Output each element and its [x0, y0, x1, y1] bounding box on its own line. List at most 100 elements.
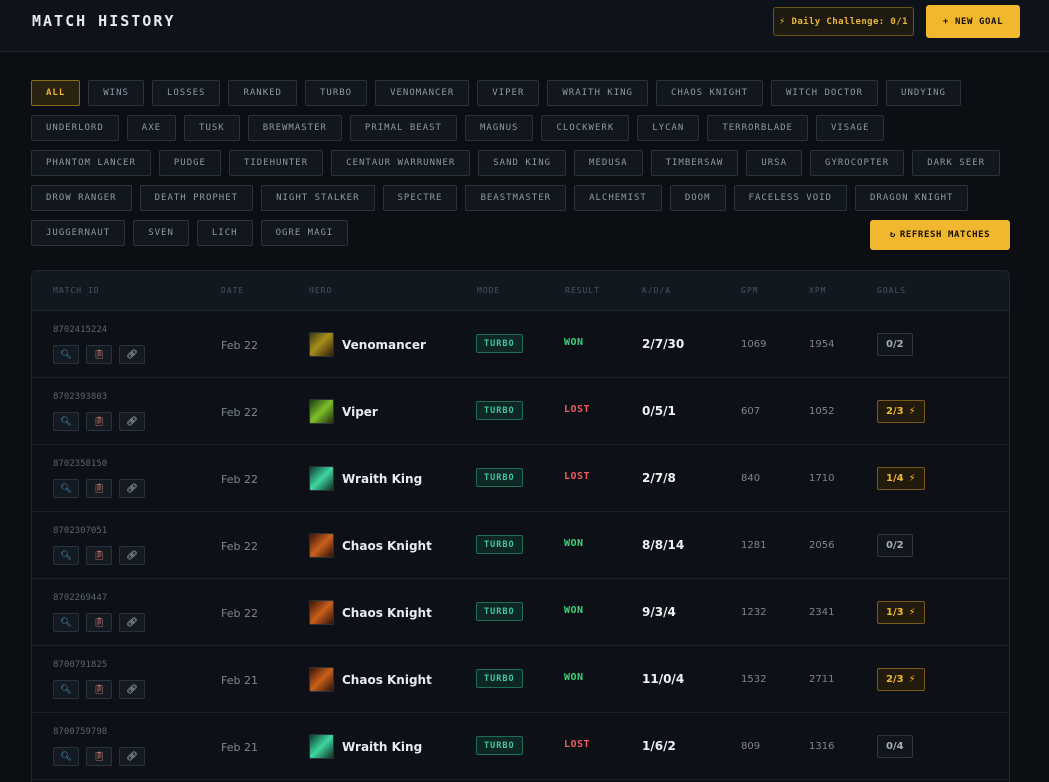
refresh-matches-button[interactable]: ↻ REFRESH MATCHES	[870, 220, 1010, 250]
filter-chip-losses[interactable]: LOSSES	[151, 80, 221, 106]
filter-chip-underlord[interactable]: UNDERLORD	[31, 115, 119, 141]
notes-icon[interactable]: 📋︎	[86, 613, 112, 632]
filter-chip-chaos-knight[interactable]: CHAOS KNIGHT	[655, 80, 763, 106]
filter-chip-dragon-knight[interactable]: DRAGON KNIGHT	[854, 185, 969, 211]
search-icon[interactable]: 🔍︎	[53, 613, 79, 632]
filter-chip-clockwerk[interactable]: CLOCKWERK	[541, 115, 630, 141]
filter-chip-wraith-king[interactable]: WRAITH KING	[547, 80, 648, 106]
search-icon[interactable]: 🔍︎	[53, 412, 79, 431]
filter-chip-lycan[interactable]: LYCAN	[637, 115, 700, 141]
filter-chip-brewmaster[interactable]: BREWMASTER	[247, 115, 342, 141]
hero-name: Wraith King	[342, 739, 423, 754]
filter-chip-sand-king[interactable]: SAND KING	[478, 150, 567, 176]
link-icon[interactable]: 🔗︎	[119, 613, 145, 632]
table-row[interactable]: 8700791825 🔍︎ 📋︎ 🔗︎ Feb 21 Chaos Knight TURBO W…	[32, 646, 1009, 713]
filter-chip-wins[interactable]: WINS	[88, 80, 144, 106]
table-row[interactable]: 8700759798 🔍︎ 📋︎ 🔗︎ Feb 21 Wraith King TURBO LO…	[32, 713, 1009, 780]
filter-chip-sven[interactable]: SVEN	[133, 220, 189, 246]
search-icon[interactable]: 🔍︎	[53, 546, 79, 565]
table-row[interactable]: 8702415224 🔍︎ 📋︎ 🔗︎ Feb 22 Venomancer TURBO WON…	[32, 311, 1009, 378]
new-goal-button[interactable]: + NEW GOAL	[926, 5, 1020, 38]
filter-chip-undying[interactable]: UNDYING	[886, 80, 961, 106]
notes-icon[interactable]: 📋︎	[86, 680, 112, 699]
match-date: Feb 22	[221, 339, 258, 352]
filter-chip-alchemist[interactable]: ALCHEMIST	[574, 185, 662, 211]
filter-chip-juggernaut[interactable]: JUGGERNAUT	[31, 220, 126, 246]
goals-badge[interactable]: 2/3 ⚡	[877, 400, 925, 423]
goals-badge[interactable]: 1/4 ⚡	[877, 467, 925, 490]
filter-chip-axe[interactable]: AXE	[126, 115, 177, 141]
filter-chip-gyrocopter[interactable]: GYROCOPTER	[810, 150, 905, 176]
filter-chip-ursa[interactable]: URSA	[746, 150, 803, 176]
match-id: 8702415224	[53, 325, 108, 335]
search-icon[interactable]: 🔍︎	[53, 345, 79, 364]
notes-icon[interactable]: 📋︎	[86, 412, 112, 431]
goals-badge[interactable]: 0/4	[877, 735, 913, 758]
match-date: Feb 22	[221, 607, 258, 620]
filter-chip-tidehunter[interactable]: TIDEHUNTER	[228, 150, 324, 176]
link-icon[interactable]: 🔗︎	[119, 747, 145, 766]
filter-chip-magnus[interactable]: MAGNUS	[464, 115, 534, 141]
table-row[interactable]: 8702307051 🔍︎ 📋︎ 🔗︎ Feb 22 Chaos Knight TURBO W…	[32, 512, 1009, 579]
link-icon[interactable]: 🔗︎	[119, 412, 145, 431]
filter-chip-all[interactable]: ALL	[31, 80, 81, 106]
filter-chip-ranked[interactable]: RANKED	[228, 80, 297, 106]
goals-badge[interactable]: 0/2	[877, 534, 913, 557]
filter-chip-spectre[interactable]: SPECTRE	[382, 185, 458, 211]
notes-icon[interactable]: 📋︎	[86, 345, 112, 364]
link-icon[interactable]: 🔗︎	[119, 479, 145, 498]
filter-chip-pudge[interactable]: PUDGE	[158, 150, 221, 176]
filter-chip-visage[interactable]: VISAGE	[815, 115, 885, 141]
filter-chip-phantom-lancer[interactable]: PHANTOM LANCER	[31, 150, 151, 176]
filter-chip-ogre-magi[interactable]: OGRE MAGI	[260, 220, 349, 246]
filter-chip-lich[interactable]: LICH	[196, 220, 253, 246]
hero-portrait	[309, 533, 334, 558]
search-icon[interactable]: 🔍︎	[53, 680, 79, 699]
daily-challenge-button[interactable]: ⚡ Daily Challenge: 0/1	[773, 7, 914, 36]
table-row[interactable]: 8702393803 🔍︎ 📋︎ 🔗︎ Feb 22 Viper TURBO LOST 0/5/…	[32, 378, 1009, 445]
link-icon[interactable]: 🔗︎	[119, 680, 145, 699]
filter-row: JUGGERNAUT SVEN LICH OGRE MAGI	[31, 220, 991, 246]
search-icon[interactable]: 🔍︎	[53, 479, 79, 498]
filter-chip-primal-beast[interactable]: PRIMAL BEAST	[349, 115, 457, 141]
gpm-value: 607	[741, 406, 761, 417]
goals-badge[interactable]: 1/3 ⚡	[877, 601, 925, 624]
row-actions: 🔍︎ 📋︎ 🔗︎	[53, 412, 145, 431]
goals-badge[interactable]: 0/2	[877, 333, 913, 356]
filter-chip-death-prophet[interactable]: DEATH PROPHET	[139, 185, 254, 211]
link-icon[interactable]: 🔗︎	[119, 546, 145, 565]
mode-badge: TURBO	[476, 468, 523, 487]
filter-chip-medusa[interactable]: MEDUSA	[574, 150, 643, 176]
result-label: LOST	[564, 471, 591, 482]
filter-chip-doom[interactable]: DOOM	[669, 185, 726, 211]
filter-chip-turbo[interactable]: TURBO	[304, 80, 368, 106]
table-row[interactable]: 8702358150 🔍︎ 📋︎ 🔗︎ Feb 22 Wraith King TURBO LO…	[32, 445, 1009, 512]
filter-chip-drow-ranger[interactable]: DROW RANGER	[31, 185, 132, 211]
search-icon[interactable]: 🔍︎	[53, 747, 79, 766]
filter-chip-witch-doctor[interactable]: WITCH DOCTOR	[771, 80, 879, 106]
hero-cell: Chaos Knight	[309, 600, 432, 625]
filter-chip-night-stalker[interactable]: NIGHT STALKER	[261, 185, 375, 211]
goals-badge[interactable]: 2/3 ⚡	[877, 668, 925, 691]
filter-chip-terrorblade[interactable]: TERRORBLADE	[707, 115, 808, 141]
link-icon[interactable]: 🔗︎	[119, 345, 145, 364]
notes-icon[interactable]: 📋︎	[86, 546, 112, 565]
notes-icon[interactable]: 📋︎	[86, 747, 112, 766]
filter-chip-timbersaw[interactable]: TIMBERSAW	[650, 150, 739, 176]
filter-chip-tusk[interactable]: TUSK	[184, 115, 240, 141]
filter-chip-centaur-warrunner[interactable]: CENTAUR WARRUNNER	[331, 150, 471, 176]
page-title: MATCH HISTORY	[32, 12, 176, 30]
table-row[interactable]: 8702269447 🔍︎ 📋︎ 🔗︎ Feb 22 Chaos Knight TURBO W…	[32, 579, 1009, 646]
goals-value: 0/4	[886, 741, 904, 752]
filter-chip-beastmaster[interactable]: BEASTMASTER	[465, 185, 567, 211]
filter-chip-faceless-void[interactable]: FACELESS VOID	[733, 185, 847, 211]
kda-value: 1/6/2	[642, 739, 676, 753]
filter-chip-dark-seer[interactable]: DARK SEER	[912, 150, 1000, 176]
table-header: MATCH ID DATE HERO MODE RESULT K/D/A GPM…	[32, 271, 1009, 311]
filter-chip-viper[interactable]: VIPER	[477, 80, 540, 106]
header-result: RESULT	[565, 286, 600, 295]
hero-cell: Wraith King	[309, 466, 422, 491]
notes-icon[interactable]: 📋︎	[86, 479, 112, 498]
match-id: 8702393803	[53, 392, 108, 402]
filter-chip-venomancer[interactable]: VENOMANCER	[375, 80, 470, 106]
